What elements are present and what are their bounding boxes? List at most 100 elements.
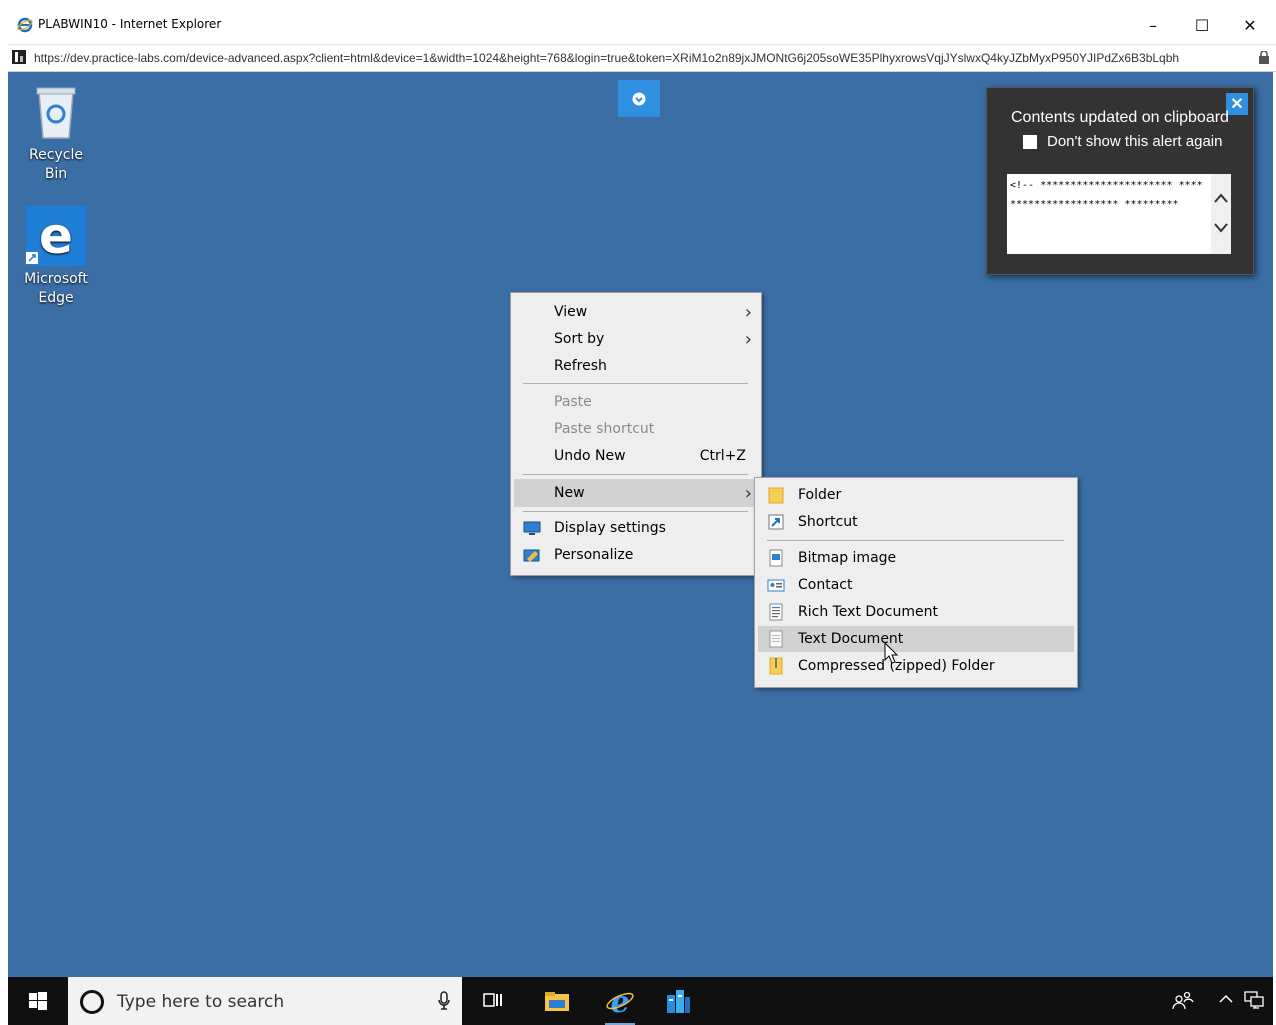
submenu-item-folder[interactable]: Folder bbox=[758, 482, 1074, 508]
desktop-icon-microsoft-edge[interactable]: e Microsoft Edge bbox=[16, 206, 96, 308]
submenu-item-bitmap-image[interactable]: Bitmap image bbox=[758, 545, 1074, 571]
submenu-item-contact[interactable]: Contact bbox=[758, 572, 1074, 598]
internet-explorer-taskbar-button[interactable]: e bbox=[605, 986, 635, 1025]
people-icon[interactable] bbox=[1172, 991, 1194, 1015]
close-button[interactable]: ✕ bbox=[1227, 10, 1273, 40]
menu-item-shortcut: Ctrl+Z bbox=[699, 448, 746, 464]
network-icon[interactable] bbox=[1244, 991, 1264, 1013]
submenu-item-text-document[interactable]: Text Document bbox=[758, 626, 1074, 652]
menu-item-undo-new[interactable]: Undo New Ctrl+Z bbox=[514, 443, 758, 469]
menu-item-label: Refresh bbox=[554, 358, 607, 374]
menu-item-view[interactable]: View › bbox=[514, 299, 758, 325]
menu-item-label: Bitmap image bbox=[798, 550, 897, 566]
folder-icon bbox=[768, 487, 784, 504]
menu-separator bbox=[767, 540, 1064, 541]
menu-item-paste-shortcut[interactable]: Paste shortcut bbox=[514, 416, 758, 442]
menu-item-personalize[interactable]: Personalize bbox=[514, 542, 758, 568]
site-favicon-icon bbox=[12, 50, 26, 64]
clipboard-content-box[interactable]: <!-- ********************** ************… bbox=[1007, 174, 1231, 254]
submenu-item-shortcut[interactable]: Shortcut bbox=[758, 509, 1074, 535]
menu-item-paste[interactable]: Paste bbox=[514, 389, 758, 415]
recycle-bin-label: Recycle Bin bbox=[29, 147, 83, 182]
minimize-button[interactable]: – bbox=[1130, 10, 1176, 40]
rich-text-document-icon bbox=[769, 603, 783, 621]
taskbar-search-box[interactable]: Type here to search bbox=[68, 977, 462, 1025]
menu-item-label: Shortcut bbox=[798, 514, 858, 530]
window-title: PLABWIN10 - Internet Explorer bbox=[38, 17, 222, 31]
menu-item-label: New bbox=[554, 485, 585, 501]
menu-item-label: Paste bbox=[554, 394, 592, 410]
menu-separator bbox=[523, 474, 748, 475]
internet-explorer-taskbar-icon: e bbox=[606, 986, 634, 1016]
personalize-icon bbox=[523, 549, 540, 562]
desktop-icon-recycle-bin[interactable]: Recycle Bin bbox=[16, 84, 96, 184]
chevron-down-circle-icon bbox=[632, 92, 646, 105]
search-placeholder: Type here to search bbox=[117, 992, 285, 1012]
svg-text:e: e bbox=[610, 986, 629, 1016]
submenu-item-rich-text-document[interactable]: Rich Text Document bbox=[758, 599, 1074, 625]
dont-show-again-checkbox[interactable]: Don't show this alert again bbox=[1023, 133, 1222, 150]
contact-icon bbox=[767, 579, 785, 592]
cortana-icon[interactable] bbox=[80, 990, 104, 1014]
edge-label-line2: Edge bbox=[38, 290, 74, 306]
task-view-icon bbox=[483, 993, 502, 1007]
clipboard-content: <!-- ********************** ************… bbox=[1010, 180, 1203, 210]
menu-item-label: Display settings bbox=[554, 520, 666, 536]
server-manager-icon bbox=[667, 990, 690, 1013]
microphone-icon[interactable] bbox=[438, 991, 450, 1011]
menu-separator bbox=[523, 511, 748, 512]
svg-text:e: e bbox=[39, 207, 73, 265]
menu-item-display-settings[interactable]: Display settings bbox=[514, 515, 758, 541]
edge-icon: e bbox=[26, 206, 86, 266]
menu-item-sort-by[interactable]: Sort by › bbox=[514, 326, 758, 352]
checkbox-box[interactable] bbox=[1023, 134, 1037, 149]
menu-item-label: Contact bbox=[798, 577, 853, 593]
checkbox-label: Don't show this alert again bbox=[1047, 133, 1223, 150]
server-manager-taskbar-button[interactable] bbox=[663, 987, 693, 1015]
show-hidden-icons-button[interactable] bbox=[1218, 991, 1234, 1011]
new-submenu: Folder Shortcut Bitmap image Contact Ric… bbox=[754, 477, 1078, 688]
menu-separator bbox=[523, 383, 748, 384]
file-explorer-taskbar-button[interactable] bbox=[542, 987, 572, 1015]
menu-item-refresh[interactable]: Refresh bbox=[514, 353, 758, 379]
display-settings-icon bbox=[523, 521, 541, 535]
menu-item-label: Paste shortcut bbox=[554, 421, 655, 437]
submenu-item-compressed-folder[interactable]: Compressed (zipped) Folder bbox=[758, 653, 1074, 679]
chevron-right-icon: › bbox=[744, 328, 752, 350]
address-bar[interactable]: https://dev.practice-labs.com/device-adv… bbox=[8, 44, 1276, 72]
menu-item-label: Folder bbox=[798, 487, 842, 503]
edge-label-line1: Microsoft bbox=[24, 271, 88, 287]
menu-item-label: Rich Text Document bbox=[798, 604, 938, 620]
taskbar: Type here to search e bbox=[8, 977, 1273, 1025]
scroll-arrows-icon bbox=[1214, 193, 1228, 233]
clipboard-title: Contents updated on clipboard bbox=[1011, 109, 1229, 126]
chevron-up-icon bbox=[1219, 994, 1233, 1003]
menu-item-new[interactable]: New › bbox=[514, 479, 758, 507]
menu-item-label: Undo New bbox=[554, 448, 626, 464]
clipboard-close-button[interactable]: ✕ bbox=[1226, 93, 1248, 115]
internet-explorer-icon bbox=[17, 17, 33, 33]
windows-logo-icon bbox=[29, 992, 47, 1010]
menu-item-label: Personalize bbox=[554, 547, 634, 563]
remote-desktop[interactable]: Recycle Bin e Microsoft Edge ✕ Contents … bbox=[8, 72, 1273, 977]
recycle-bin-icon bbox=[36, 87, 76, 139]
zipped-folder-icon bbox=[769, 657, 783, 675]
clipboard-scrollbar[interactable] bbox=[1211, 174, 1231, 254]
desktop-context-menu: View › Sort by › Refresh Paste Paste sho… bbox=[510, 292, 762, 576]
maximize-button[interactable]: ☐ bbox=[1179, 10, 1225, 40]
people-glyph-icon bbox=[1172, 991, 1194, 1010]
file-explorer-icon bbox=[545, 992, 569, 1011]
chevron-right-icon: › bbox=[744, 482, 752, 504]
ie-title-bar: PLABWIN10 - Internet Explorer – ☐ ✕ bbox=[0, 0, 1276, 44]
url-text[interactable]: https://dev.practice-labs.com/device-adv… bbox=[34, 51, 1249, 65]
task-view-button[interactable] bbox=[478, 987, 508, 1015]
mouse-cursor-icon bbox=[884, 642, 899, 664]
remote-toolbar-toggle-button[interactable] bbox=[618, 80, 660, 117]
menu-item-label: Sort by bbox=[554, 331, 605, 347]
clipboard-alert: ✕ Contents updated on clipboard Don't sh… bbox=[986, 87, 1254, 275]
start-button[interactable] bbox=[8, 977, 68, 1025]
bitmap-image-icon bbox=[769, 549, 783, 567]
chevron-right-icon: › bbox=[744, 301, 752, 323]
lock-icon[interactable] bbox=[1258, 51, 1270, 64]
menu-item-label: View bbox=[554, 304, 588, 320]
